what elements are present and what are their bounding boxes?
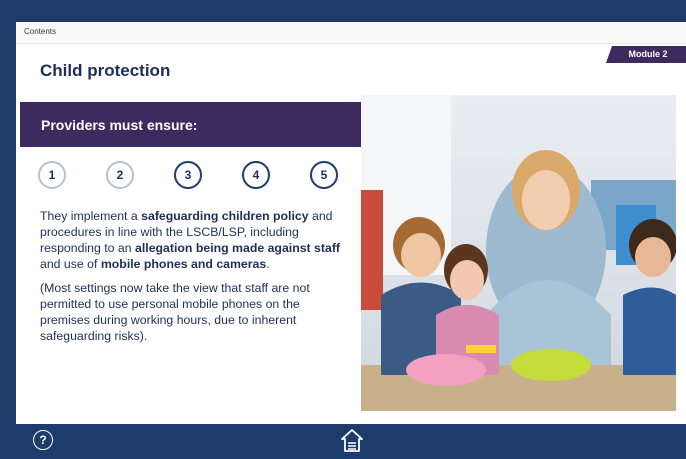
- text-run: They implement a: [40, 209, 142, 223]
- classroom-illustration: [361, 95, 676, 411]
- lesson-frame: Contents Module 2 Child protection Provi…: [16, 22, 686, 459]
- paragraph-note: (Most settings now take the view that st…: [40, 281, 310, 343]
- paragraph-policy: They implement a safeguarding children p…: [40, 208, 345, 272]
- banner-text: Providers must ensure:: [41, 117, 198, 133]
- text-run: .: [266, 257, 270, 271]
- step-1-button[interactable]: 1: [38, 161, 66, 189]
- classroom-photo: [361, 95, 676, 411]
- contents-bar: Contents: [16, 22, 686, 44]
- text-run: and use of: [40, 257, 101, 271]
- page-title: Child protection: [40, 61, 171, 80]
- help-button[interactable]: ?: [33, 430, 53, 450]
- step-5-button[interactable]: 5: [310, 161, 338, 189]
- module-badge: Module 2: [606, 46, 686, 63]
- footer-bar: ?: [16, 424, 686, 459]
- step-3-button[interactable]: 3: [174, 161, 202, 189]
- content-text: They implement a safeguarding children p…: [40, 208, 345, 352]
- home-icon-glyph: [341, 429, 363, 452]
- emphasis-safeguarding-policy: safeguarding children policy: [141, 209, 309, 223]
- emphasis-mobile-phones: mobile phones and cameras: [100, 257, 267, 271]
- app-top-bar: [0, 0, 686, 22]
- step-4-button[interactable]: 4: [242, 161, 270, 189]
- step-2-button[interactable]: 2: [106, 161, 134, 189]
- contents-link[interactable]: Contents: [24, 27, 56, 36]
- emphasis-allegation: allegation being made against staff: [135, 241, 341, 255]
- home-icon[interactable]: [340, 428, 364, 454]
- step-navigation: 1 2 3 4 5: [38, 161, 344, 191]
